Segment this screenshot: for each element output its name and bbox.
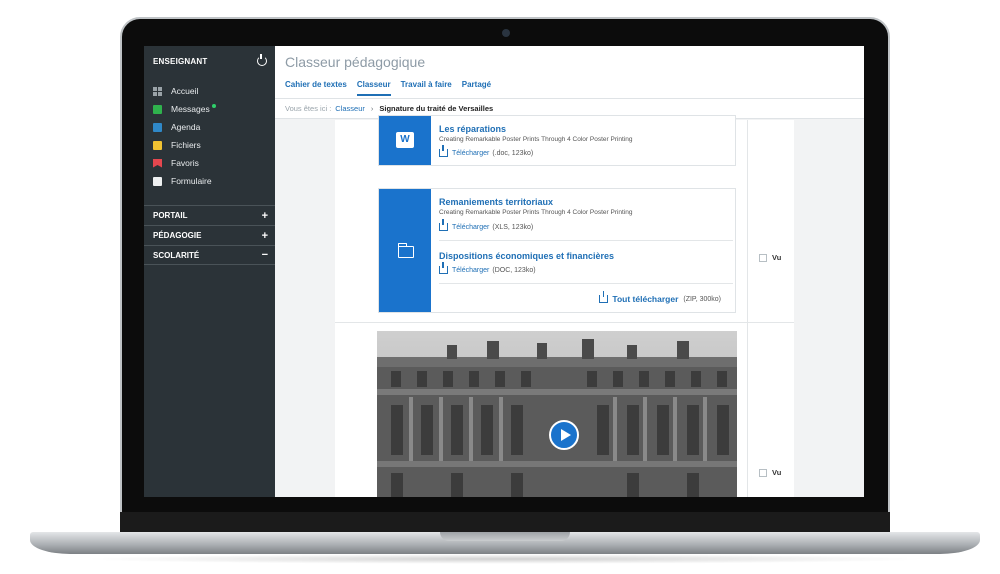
checkbox-box (759, 468, 767, 477)
download-label: Télécharger (452, 223, 490, 231)
top-bar: Classeur pédagogique Cahier de textes Cl… (275, 46, 864, 99)
collapse-icon: − (261, 249, 268, 261)
item-divider (439, 240, 733, 241)
mail-icon (153, 104, 162, 114)
sidebar-header: ENSEIGNANT (144, 46, 275, 76)
document-title[interactable]: Les réparations (439, 124, 506, 134)
sidebar-item-formulaire[interactable]: Formulaire (144, 172, 275, 190)
column-divider (747, 120, 748, 497)
bookmark-icon (153, 158, 162, 168)
sidebar-sections: PORTAIL + PÉDAGOGIE + SCOLARITÉ − (144, 205, 275, 265)
sidebar-nav: Accueil Messages Agenda Fichiers Favoris (144, 76, 275, 190)
breadcrumb-prefix: Vous êtes ici : (285, 104, 332, 113)
download-link[interactable]: Télécharger (DOC, 123ko) (439, 262, 536, 274)
sidebar-item-label: Fichiers (171, 140, 201, 150)
sidebar-item-fichiers[interactable]: Fichiers (144, 136, 275, 154)
row-divider (335, 322, 794, 323)
vu-checkbox[interactable]: Vu (759, 253, 781, 262)
document-title[interactable]: Dispositions économiques et financières (439, 251, 614, 261)
document-title[interactable]: Remaniements territoriaux (439, 197, 553, 207)
vu-label: Vu (772, 253, 782, 262)
palace-thumbnail (377, 331, 737, 497)
screen: ENSEIGNANT Accueil Messages Agenda Fichi… (144, 46, 864, 497)
camera-icon (502, 29, 510, 37)
expand-icon: + (261, 209, 268, 222)
folder-card: Remaniements territoriaux Creating Remar… (378, 188, 736, 313)
download-icon (439, 262, 448, 274)
download-meta: (XLS, 123ko) (492, 223, 534, 231)
section-scolarite[interactable]: SCOLARITÉ − (144, 245, 275, 265)
page-title: Classeur pédagogique (285, 54, 426, 70)
expand-icon: + (261, 229, 268, 242)
download-link[interactable]: Télécharger (.doc, 123ko) (439, 145, 534, 157)
home-grid-icon (153, 86, 162, 96)
tab-classeur[interactable]: Classeur (356, 80, 391, 96)
power-icon[interactable] (257, 54, 267, 66)
tab-partage[interactable]: Partagé (462, 80, 491, 96)
section-portail[interactable]: PORTAIL + (144, 205, 275, 225)
download-icon (439, 219, 448, 231)
download-all-meta: (ZIP, 300ko) (683, 295, 721, 303)
document-subtitle: Creating Remarkable Poster Prints Throug… (439, 136, 633, 143)
sidebar: ENSEIGNANT Accueil Messages Agenda Fichi… (144, 46, 275, 497)
laptop-bezel-bottom (120, 512, 890, 534)
tab-bar: Cahier de textes Classeur Travail à fair… (285, 80, 491, 96)
tab-cahier-de-textes[interactable]: Cahier de textes (285, 80, 347, 96)
download-meta: (DOC, 123ko) (492, 266, 536, 274)
sidebar-item-accueil[interactable]: Accueil (144, 82, 275, 100)
main-area: Classeur pédagogique Cahier de textes Cl… (275, 46, 864, 497)
section-label: PÉDAGOGIE (153, 231, 202, 240)
video-player[interactable] (377, 331, 737, 497)
download-all-button[interactable]: Tout télécharger (ZIP, 300ko) (599, 291, 721, 304)
content-margin (794, 120, 864, 497)
sidebar-item-label: Formulaire (171, 176, 212, 186)
card-color-band: W (379, 116, 431, 165)
checkbox-box (759, 253, 767, 262)
section-pedagogie[interactable]: PÉDAGOGIE + (144, 225, 275, 245)
sidebar-item-agenda[interactable]: Agenda (144, 118, 275, 136)
download-label: Télécharger (452, 149, 490, 157)
sidebar-item-label: Favoris (171, 158, 199, 168)
folder-icon (153, 140, 162, 150)
form-icon (153, 176, 162, 186)
sidebar-item-favoris[interactable]: Favoris (144, 154, 275, 172)
card-color-band (379, 189, 431, 312)
tab-travail-a-faire[interactable]: Travail à faire (401, 80, 452, 96)
vu-checkbox[interactable]: Vu (759, 468, 781, 477)
download-label: Télécharger (452, 266, 490, 274)
sidebar-item-messages[interactable]: Messages (144, 100, 275, 118)
sidebar-item-label: Agenda (171, 122, 201, 132)
download-icon (599, 291, 609, 303)
section-label: SCOLARITÉ (153, 250, 200, 260)
sidebar-item-label: Accueil (171, 86, 199, 96)
sidebar-item-label: Messages (171, 104, 210, 114)
download-link[interactable]: Télécharger (XLS, 123ko) (439, 219, 534, 231)
content-panel: W Les réparations Creating Remarkable Po… (335, 115, 794, 497)
play-button[interactable] (549, 420, 579, 450)
download-all-label: Tout télécharger (612, 294, 679, 304)
download-meta: (.doc, 123ko) (492, 149, 534, 157)
document-card: W Les réparations Creating Remarkable Po… (378, 115, 736, 166)
vu-label: Vu (772, 468, 782, 477)
download-icon (439, 145, 448, 157)
item-divider (439, 283, 733, 284)
sidebar-title: ENSEIGNANT (153, 56, 208, 66)
breadcrumb-current: Signature du traité de Versailles (379, 104, 494, 113)
word-doc-icon: W (396, 132, 414, 148)
laptop-notch (440, 532, 570, 541)
document-subtitle: Creating Remarkable Poster Prints Throug… (439, 209, 633, 216)
laptop-shadow (80, 554, 930, 564)
breadcrumb-separator: › (370, 104, 374, 113)
notification-dot (211, 104, 216, 108)
folder-icon (397, 243, 414, 258)
breadcrumb-link-classeur[interactable]: Classeur (335, 104, 365, 113)
section-label: PORTAIL (153, 211, 188, 220)
calendar-icon (153, 122, 162, 132)
